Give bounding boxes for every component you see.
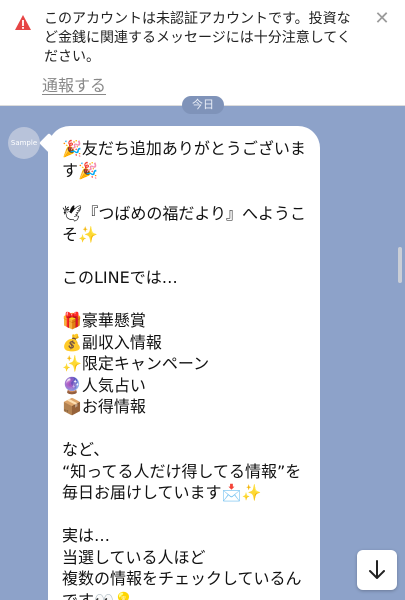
arrow-down-icon (369, 560, 385, 579)
chat-area[interactable]: Sample 🎉友だち追加ありがとうございます🎉 🕊『つばめの福だより』へようこ… (0, 107, 405, 600)
message-line: “知ってる人だけ得してる情報”を毎日お届けしています📩✨ (62, 461, 302, 503)
report-link[interactable]: 通報する (42, 72, 106, 96)
bubble-tail (39, 133, 59, 153)
message-line: 🔮人気占い (62, 375, 146, 395)
message-line: 当選している人ほど (62, 547, 206, 567)
message-line: など、 (62, 440, 110, 459)
avatar[interactable]: Sample (8, 127, 40, 159)
warning-icon (15, 15, 31, 30)
close-icon[interactable]: ✕ (373, 10, 391, 28)
message-line: 🕊『つばめの福だより』へようこそ✨ (62, 203, 306, 245)
message-line: 📦お得情報 (62, 397, 146, 416)
message-line: 💰副収入情報 (62, 332, 162, 352)
warning-text: このアカウントは未認証アカウントです。投資など金銭に関連するメッセージには十分注… (44, 11, 351, 65)
message-line: 実は… (62, 526, 111, 545)
message-line: 🎁豪華懸賞 (62, 311, 146, 330)
message-bubble[interactable]: 🎉友だち追加ありがとうございます🎉 🕊『つばめの福だより』へようこそ✨ このLI… (39, 126, 320, 600)
unverified-account-banner: このアカウントは未認証アカウントです。投資など金銭に関連するメッセージには十分注… (0, 0, 405, 106)
message-line: ✨限定キャンペーン (62, 354, 210, 373)
scrollbar[interactable] (398, 247, 402, 283)
message-line: 🎉友だち追加ありがとうございます🎉 (62, 139, 306, 180)
message-line: このLINEでは… (62, 268, 178, 287)
message-line: 複数の情報をチェックしているんです👀💡 (62, 569, 302, 600)
scroll-to-bottom-button[interactable] (357, 550, 397, 590)
